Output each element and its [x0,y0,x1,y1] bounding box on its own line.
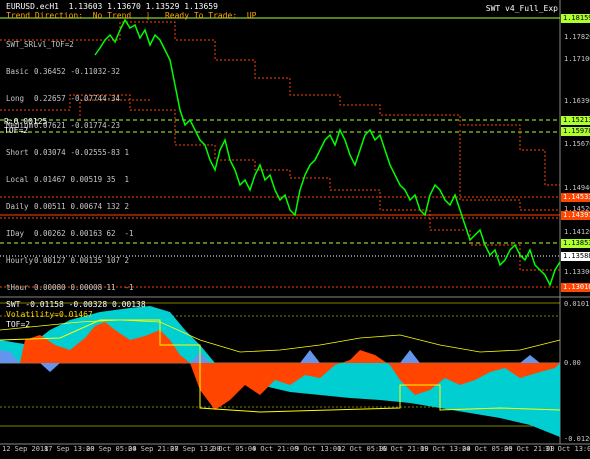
price-label: 1.17820 [564,33,590,41]
price-box-level: 1.14397 [561,211,590,220]
symbol-line: EURUSD.ecH1 1.13603 1.13670 1.13529 1.13… [6,2,218,11]
price-box-level: 1.14533 [561,193,590,202]
stats-extra-tof: TOF=2 [4,126,29,135]
price-box-level: 1.13853 [561,239,590,248]
price-label: 1.17100 [564,55,590,63]
indicator-volatility: Volatility=0.01467 [6,310,93,319]
stats-row: Short 0.03074 -0.02555-83 1 [6,148,130,157]
price-box-level: 1.15213 [561,116,590,125]
date-label: 4 Oct 21:00 [252,445,299,453]
stats-panel: SWT_SRLvl_TOF=2 Basic 0.36452 -0.11032-32… [6,22,134,301]
indicator-tof: TOF=2 [6,320,31,329]
price-box-current: 1.13588 [561,252,590,261]
stats-row: Long 0.22657 -0.07744-34 [6,94,121,103]
date-label: 2 Oct 05:00 [210,445,257,453]
date-label: 12 Sep 2018 [2,445,49,453]
ea-name: SWT v4_Full_Exp [485,4,558,13]
date-label: 31 Oct 13:00 [545,445,590,453]
price-box-level: 1.15978 [561,127,590,136]
stats-row: Hourly0.00127 0.00135 107 2 [6,256,130,265]
trend-status: Trend Direction: No Trend | Ready To Tra… [6,11,257,20]
stats-extra-r: R:0.00125 [4,117,48,126]
indicator-axis-label: 0.00 [564,359,581,367]
stats-title: SWT_SRLvl_TOF=2 [6,40,74,49]
stats-row: Basic 0.36452 -0.11032-32 [6,67,121,76]
date-label: 9 Oct 13:00 [295,445,342,453]
stats-row: IDay 0.00262 0.00163 62 -1 [6,229,134,238]
indicator-axis-label: 0.01011 [564,300,590,308]
indicator-axis-label: -0.01264 [564,435,590,443]
price-label: 1.14120 [564,228,590,236]
indicator-label: SWT -0.01158 -0.00328 0.00138 [6,300,146,309]
price-label: 1.15670 [564,140,590,148]
price-label: 1.14940 [564,184,590,192]
stats-row: Local 0.01467 0.00519 35 1 [6,175,130,184]
price-box-support: 1.13010 [561,283,590,292]
stats-row: Daily 0.00511 0.00674 132 2 [6,202,130,211]
price-box-resistance: 1.18159 [561,14,590,23]
stats-row: tHour 0.00080 0.00008 11 -1 [6,283,134,292]
price-label: 1.16390 [564,97,590,105]
price-label: 1.13300 [564,268,590,276]
